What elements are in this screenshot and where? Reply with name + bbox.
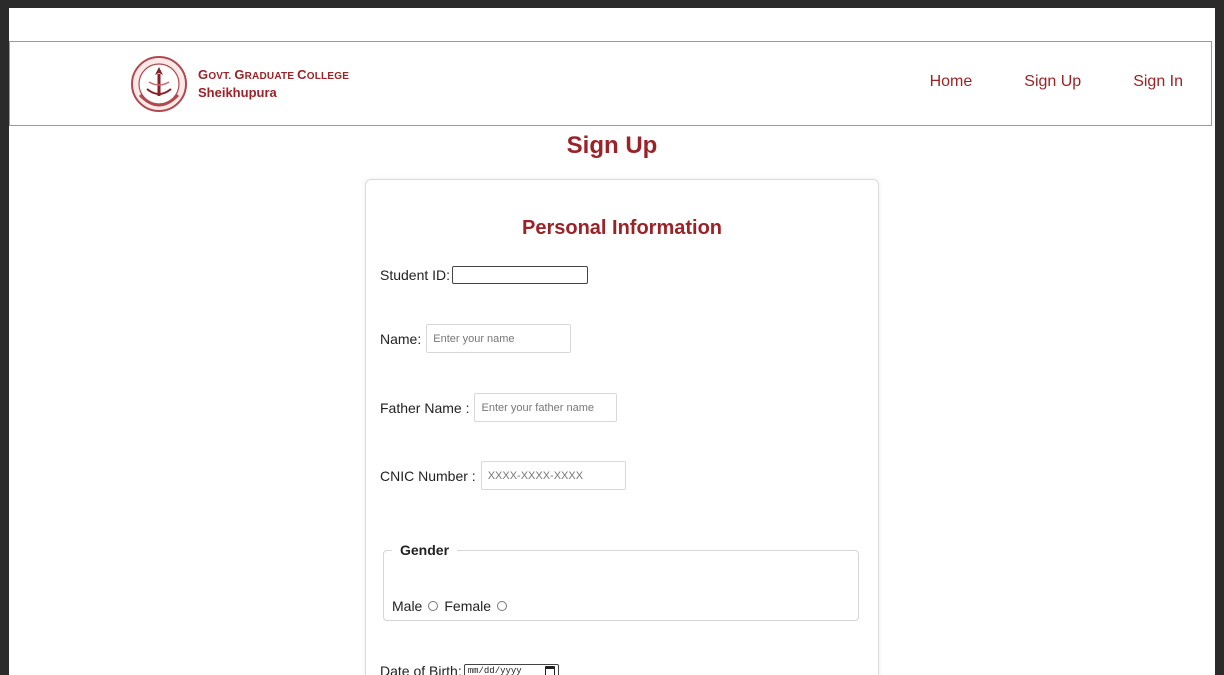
page-title: Sign Up [566,132,658,159]
name-row: Name: [380,324,572,353]
dob-input[interactable]: mm/dd/yyyy [463,663,559,675]
cnic-label: CNIC Number : [380,467,476,484]
name-label: Name: [380,330,422,347]
gender-female-radio[interactable] [497,601,508,611]
college-seal-icon [131,56,187,112]
student-id-label: Student ID: [380,267,451,283]
father-name-label: Father Name : [380,399,470,416]
cnic-input[interactable] [480,461,626,490]
father-name-input[interactable] [474,393,618,422]
section-title: Personal Information [521,217,723,239]
dob-placeholder: mm/dd/yyyy [467,666,522,675]
student-id-input[interactable] [452,266,589,284]
gender-fieldset: Gender Male Female [383,542,859,621]
gender-legend: Gender [400,542,450,558]
gender-female-label: Female [444,598,492,614]
college-logo[interactable]: GOVT. GRADUATE COLLEGE Sheikhupura [130,55,349,113]
calendar-icon[interactable] [544,665,555,675]
nav-signup-link[interactable]: Sign Up [1024,73,1081,91]
signup-form-card: Personal Information Student ID: Name: F… [365,179,879,675]
nav-signin-link[interactable]: Sign In [1133,73,1183,91]
college-name: GOVT. GRADUATE COLLEGE Sheikhupura [198,67,349,101]
gender-male-radio[interactable] [428,601,439,611]
dob-row: Date of Birth: mm/dd/yyyy [380,663,559,675]
nav-links: Home Sign Up Sign In [878,73,1211,91]
browser-page: GOVT. GRADUATE COLLEGE Sheikhupura Home … [9,8,1215,675]
cnic-row: CNIC Number : [380,461,626,490]
gender-male-label: Male [392,598,423,614]
college-city: Sheikhupura [198,85,277,100]
navbar: GOVT. GRADUATE COLLEGE Sheikhupura Home … [9,41,1212,126]
nav-home-link[interactable]: Home [930,73,973,91]
gender-options: Male Female [392,598,513,614]
name-input[interactable] [426,324,572,353]
college-name-line1: GOVT. GRADUATE COLLEGE [198,67,350,82]
dob-label: Date of Birth: [380,663,462,675]
student-id-row: Student ID: [380,266,589,284]
father-name-row: Father Name : [380,393,618,422]
